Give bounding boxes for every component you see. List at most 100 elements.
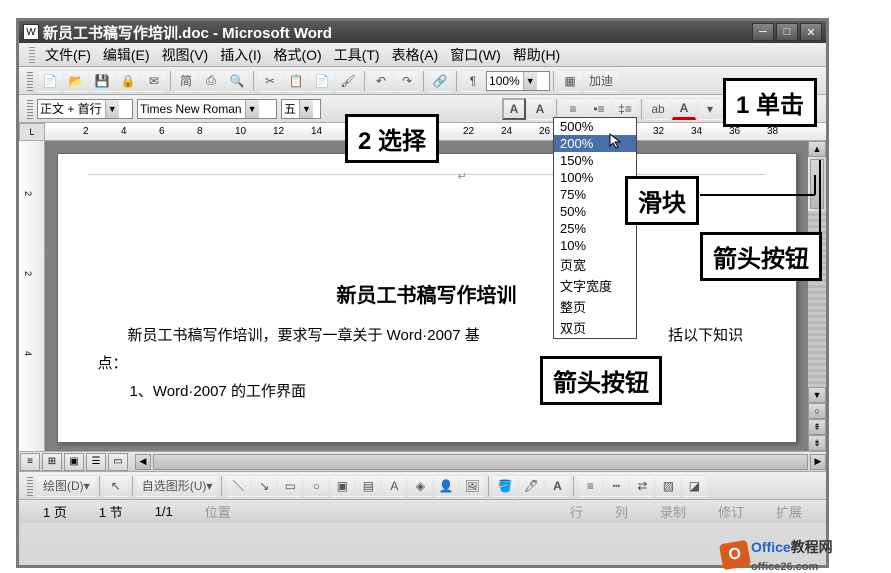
select-browse-object-button[interactable]: ○ xyxy=(808,403,826,419)
menu-tools[interactable]: 工具(T) xyxy=(328,45,386,65)
scroll-left-button[interactable]: ◀ xyxy=(135,454,151,470)
clipart-button[interactable]: 👤 xyxy=(434,475,458,497)
oval-button[interactable]: ○ xyxy=(304,475,328,497)
chevron-down-icon[interactable]: ▼ xyxy=(245,100,259,118)
autoshapes-button[interactable]: 自选图形(U) ▾ xyxy=(137,475,218,497)
grip[interactable] xyxy=(27,71,33,91)
menu-window[interactable]: 窗口(W) xyxy=(444,45,507,65)
draw-menu-button[interactable]: 绘图(D) ▾ xyxy=(38,475,95,497)
menu-insert[interactable]: 插入(I) xyxy=(214,45,267,65)
zoom-option-twopage[interactable]: 双页 xyxy=(554,317,636,338)
line-style-button[interactable]: ≡ xyxy=(578,475,602,497)
menu-help[interactable]: 帮助(H) xyxy=(507,45,566,65)
grip[interactable] xyxy=(29,47,35,63)
research-button[interactable]: 🔍 xyxy=(225,70,249,92)
line-color-button[interactable]: 🖊 xyxy=(519,475,543,497)
normal-view-button[interactable]: ≡ xyxy=(20,453,40,471)
shadow-button[interactable]: ▨ xyxy=(656,475,680,497)
rectangle-button[interactable]: ▭ xyxy=(278,475,302,497)
print-layout-button[interactable]: ▣ xyxy=(64,453,84,471)
maximize-button[interactable]: □ xyxy=(776,23,798,41)
hyperlink-button[interactable]: 🔗 xyxy=(428,70,452,92)
scroll-right-button[interactable]: ▶ xyxy=(810,454,826,470)
cut-button[interactable]: ✂ xyxy=(258,70,282,92)
zoom-option-wholepage[interactable]: 整页 xyxy=(554,296,636,317)
wordart-button[interactable]: A xyxy=(382,475,406,497)
menu-format[interactable]: 格式(O) xyxy=(267,45,327,65)
zoom-option-10[interactable]: 10% xyxy=(554,237,636,254)
scroll-up-button[interactable]: ▲ xyxy=(808,141,826,157)
undo-button[interactable]: ↶ xyxy=(369,70,393,92)
open-button[interactable]: 📂 xyxy=(64,70,88,92)
permission-button[interactable]: 🔒 xyxy=(116,70,140,92)
3d-button[interactable]: ◪ xyxy=(682,475,706,497)
dash-style-button[interactable]: ┅ xyxy=(604,475,628,497)
close-button[interactable]: ✕ xyxy=(800,23,822,41)
chevron-down-icon[interactable]: ▼ xyxy=(299,100,313,118)
menu-view[interactable]: 视图(V) xyxy=(156,45,215,65)
read-button[interactable]: 加迪 xyxy=(584,70,618,92)
zoom-option-textwidth[interactable]: 文字宽度 xyxy=(554,275,636,296)
menu-file[interactable]: 文件(F) xyxy=(39,45,97,65)
web-view-button[interactable]: ⊞ xyxy=(42,453,62,471)
textbox-button[interactable]: ▣ xyxy=(330,475,354,497)
pilcrow-button[interactable]: ¶ xyxy=(461,70,485,92)
size-combo[interactable]: 五 ▼ xyxy=(281,99,321,119)
text-border-button[interactable]: A xyxy=(502,98,526,120)
grip[interactable] xyxy=(27,476,33,496)
select-objects-button[interactable]: ↖ xyxy=(104,475,128,497)
doc-paragraph[interactable]: 新员工书稿写作培训，要求写一章关于 Word·2007 基 括以下知识 xyxy=(98,324,756,348)
fill-color-button[interactable]: 🪣 xyxy=(493,475,517,497)
status-revision[interactable]: 修订 xyxy=(702,502,760,521)
vertical-scrollbar[interactable]: ▲ ▼ ○ ⇞ ⇟ xyxy=(808,141,826,451)
menu-edit[interactable]: 编辑(E) xyxy=(97,45,156,65)
language-button[interactable]: 简 xyxy=(175,70,197,92)
mail-button[interactable]: ✉ xyxy=(142,70,166,92)
scroll-down-button[interactable]: ▼ xyxy=(808,387,826,403)
arrow-style-button[interactable]: ⇄ xyxy=(630,475,654,497)
copy-button[interactable]: 📋 xyxy=(284,70,308,92)
highlight-color-button[interactable]: ab xyxy=(646,98,670,120)
paste-button[interactable]: 📄 xyxy=(310,70,334,92)
picture-button[interactable]: 🖼 xyxy=(460,475,484,497)
horizontal-scrollbar[interactable]: ◀ ▶ xyxy=(135,454,826,470)
menu-table[interactable]: 表格(A) xyxy=(386,45,445,65)
zoom-option-25[interactable]: 25% xyxy=(554,220,636,237)
grip[interactable] xyxy=(27,99,33,119)
arrow-button[interactable]: ↘ xyxy=(252,475,276,497)
font-color-button[interactable]: A xyxy=(672,98,696,120)
prev-page-button[interactable]: ⇞ xyxy=(808,419,826,435)
status-record[interactable]: 录制 xyxy=(644,502,702,521)
style-combo[interactable]: 正文 + 首行 ▼ xyxy=(37,99,133,119)
font-color-button[interactable]: A xyxy=(545,475,569,497)
chevron-down-icon[interactable]: ▼ xyxy=(105,100,119,118)
scroll-thumb-h[interactable] xyxy=(153,454,808,470)
redo-button[interactable]: ↷ xyxy=(395,70,419,92)
format-painter-button[interactable]: 🖌 xyxy=(336,70,360,92)
doc-title[interactable]: 新员工书稿写作培训 xyxy=(58,279,796,308)
minimize-button[interactable]: ─ xyxy=(752,23,774,41)
next-page-button[interactable]: ⇟ xyxy=(808,435,826,451)
font-combo[interactable]: Times New Roman ▼ xyxy=(137,99,277,119)
print-preview-button[interactable]: ⎙ xyxy=(199,70,223,92)
vertical-textbox-button[interactable]: ▤ xyxy=(356,475,380,497)
diagram-button[interactable]: ◈ xyxy=(408,475,432,497)
reading-view-button[interactable]: ▭ xyxy=(108,453,128,471)
zoom-option-pagewidth[interactable]: 页宽 xyxy=(554,254,636,275)
zoom-combo[interactable]: 100% ▼ xyxy=(486,71,550,91)
ruler-corner[interactable]: L xyxy=(19,123,45,141)
zoom-option-100[interactable]: 100% xyxy=(554,169,636,186)
zoom-option-50[interactable]: 50% xyxy=(554,203,636,220)
highlight-button[interactable]: A xyxy=(528,98,552,120)
new-doc-button[interactable]: 📄 xyxy=(38,70,62,92)
outline-view-button[interactable]: ☰ xyxy=(86,453,106,471)
toolbar-options-button[interactable]: ▾ xyxy=(698,98,722,120)
status-extend[interactable]: 扩展 xyxy=(760,502,818,521)
vertical-ruler[interactable]: 2 2 4 xyxy=(19,141,45,451)
scroll-thumb[interactable] xyxy=(810,159,824,209)
line-button[interactable]: ＼ xyxy=(226,475,250,497)
zoom-option-75[interactable]: 75% xyxy=(554,186,636,203)
zoom-dropdown-arrow[interactable]: ▼ xyxy=(523,72,537,90)
save-button[interactable]: 💾 xyxy=(90,70,114,92)
columns-button[interactable]: ▦ xyxy=(558,70,582,92)
